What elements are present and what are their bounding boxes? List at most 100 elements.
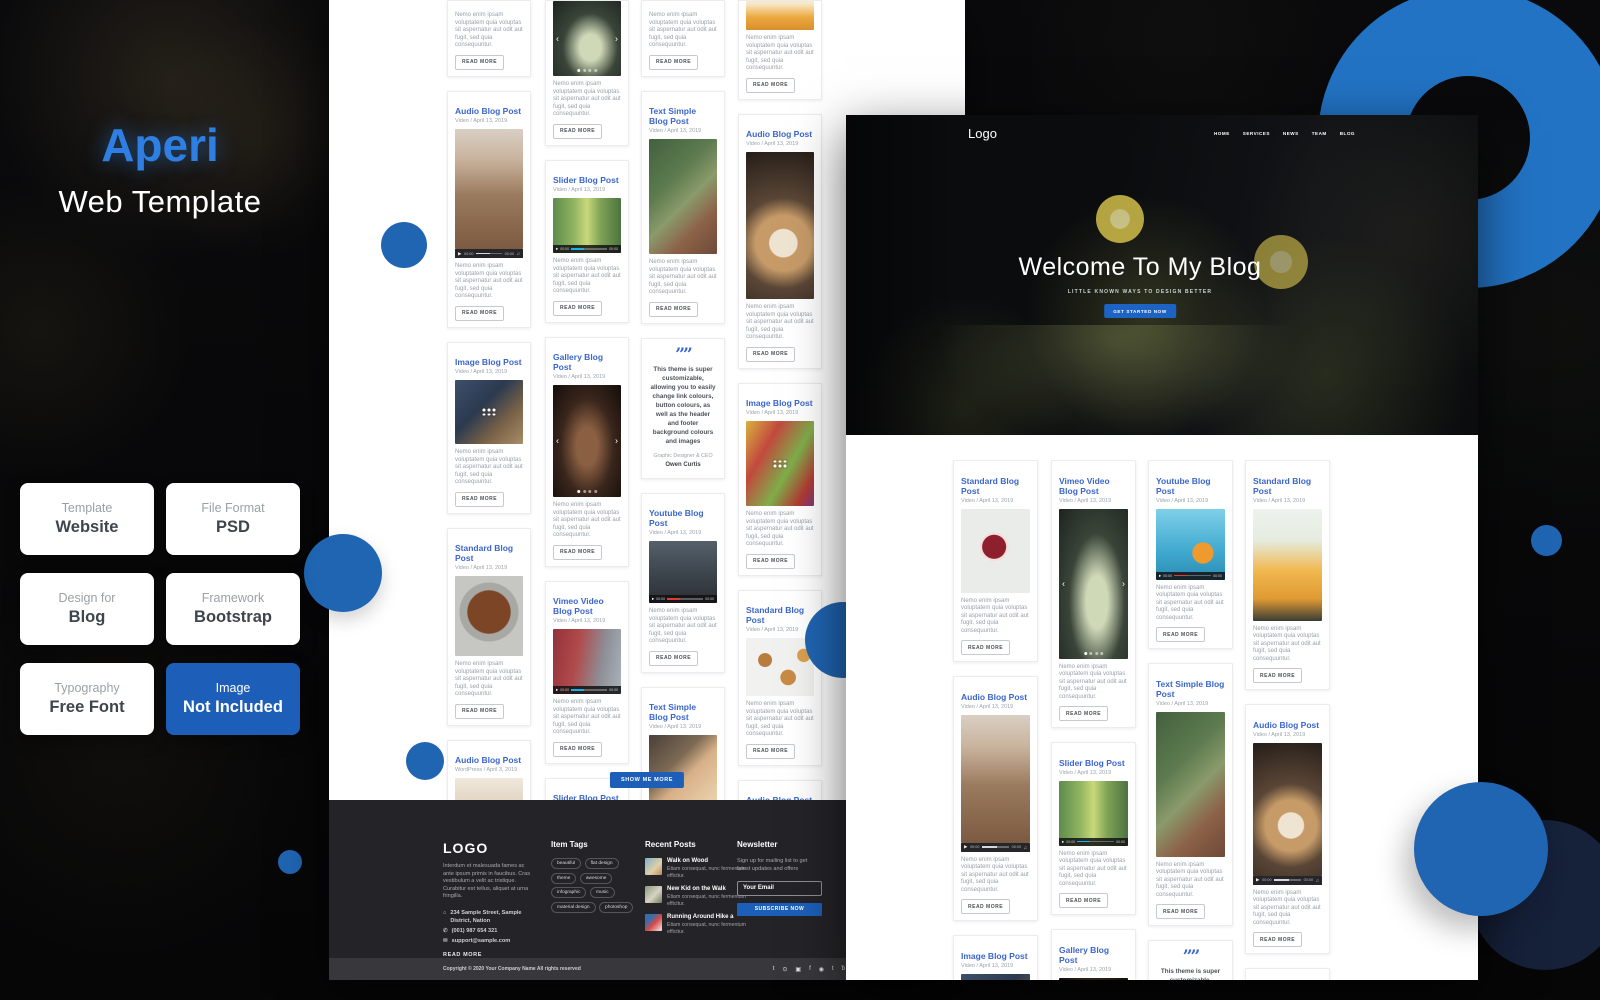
nav-item-news[interactable]: NEWS — [1283, 131, 1299, 136]
audio-player-bar[interactable]: ▶00:0000:00♫ — [961, 843, 1030, 852]
footer-tag[interactable]: infographic — [551, 887, 586, 898]
instagram-icon[interactable]: ▣ — [795, 966, 801, 973]
carousel-dots[interactable] — [577, 69, 597, 72]
read-more-button[interactable]: READ MORE — [455, 492, 504, 507]
play-icon[interactable]: ▸ — [652, 596, 654, 602]
post-title-link[interactable]: Text Simple Blog Post — [1156, 679, 1225, 699]
post-title-link[interactable]: Vimeo Video Blog Post — [1059, 476, 1128, 496]
carousel-dot[interactable] — [1089, 652, 1092, 655]
carousel-next-icon[interactable]: › — [615, 34, 618, 43]
post-title-link[interactable]: Standard Blog Post — [961, 476, 1030, 496]
volume-icon[interactable]: ♫ — [517, 251, 520, 256]
audio-player-bar[interactable]: ▶00:0000:00♫ — [1253, 876, 1322, 885]
carousel-dot[interactable] — [1100, 652, 1103, 655]
carousel-dots[interactable] — [577, 490, 597, 493]
carousel-prev-icon[interactable]: ‹ — [556, 34, 559, 43]
carousel-next-icon[interactable]: › — [1122, 579, 1125, 588]
play-icon[interactable]: ▸ — [556, 246, 558, 252]
read-more-button[interactable]: READ MORE — [961, 899, 1010, 914]
post-title-link[interactable]: Standard Blog Post — [746, 605, 814, 625]
play-icon[interactable]: ▶ — [964, 844, 967, 850]
footer-tag[interactable]: music — [590, 887, 615, 898]
read-more-button[interactable]: READ MORE — [455, 704, 504, 719]
recent-post-item[interactable]: Running Around Hike aEtiam consequat, nu… — [645, 914, 753, 935]
carousel-dot on[interactable] — [1084, 652, 1087, 655]
play-icon[interactable]: ▸ — [556, 687, 558, 693]
post-title-link[interactable]: Vimeo Video Blog Post — [553, 596, 621, 616]
post-title-link[interactable]: Slider Blog Post — [1059, 758, 1128, 768]
video-player-bar[interactable]: ▸00:0000:00 — [1156, 572, 1225, 580]
read-more-button[interactable]: READ MORE — [1156, 904, 1205, 919]
footer-tag[interactable]: flat design — [585, 858, 619, 869]
read-more-button[interactable]: READ MORE — [649, 302, 698, 317]
site-logo[interactable]: Logo — [968, 126, 997, 141]
post-title-link[interactable]: Image Blog Post — [746, 398, 814, 408]
email-input[interactable]: Your Email — [737, 881, 822, 896]
carousel-prev-icon[interactable]: ‹ — [556, 437, 559, 446]
footer-tag[interactable]: photoshop — [599, 902, 633, 913]
read-more-button[interactable]: READ MORE — [746, 744, 795, 759]
post-title-link[interactable]: Text Simple Blog Post — [649, 702, 717, 722]
carousel-prev-icon[interactable]: ‹ — [1062, 579, 1065, 588]
read-more-button[interactable]: READ MORE — [553, 545, 602, 560]
show-me-more-button[interactable]: SHOW ME MORE — [610, 772, 684, 788]
nav-item-team[interactable]: TEAM — [1312, 131, 1327, 136]
footer-tag[interactable]: beautiful — [551, 858, 581, 869]
volume-icon[interactable]: ♫ — [1316, 878, 1319, 883]
carousel-next-icon[interactable]: › — [615, 437, 618, 446]
post-title-link[interactable]: Standard Blog Post — [455, 543, 523, 563]
post-title-link[interactable]: Audio Blog Post — [1253, 720, 1322, 730]
read-more-button[interactable]: READ MORE — [746, 554, 795, 569]
carousel-dots[interactable] — [1084, 652, 1104, 655]
footer-tag[interactable]: theme — [551, 873, 576, 884]
post-title-link[interactable]: Gallery Blog Post — [1059, 945, 1128, 965]
read-more-button[interactable]: READ MORE — [553, 742, 602, 757]
read-more-button[interactable]: READ MORE — [1059, 706, 1108, 721]
read-more-button[interactable]: READ MORE — [649, 55, 698, 70]
read-more-button[interactable]: READ MORE — [961, 640, 1010, 655]
carousel-dot[interactable] — [588, 69, 591, 72]
post-title-link[interactable]: Slider Blog Post — [553, 793, 621, 800]
video-player-bar[interactable]: ▸00:0000:00 — [649, 595, 717, 603]
video-progress[interactable] — [667, 598, 703, 600]
nav-item-services[interactable]: SERVICES — [1243, 131, 1270, 136]
carousel-dot[interactable] — [588, 490, 591, 493]
carousel-dot[interactable] — [1095, 652, 1098, 655]
post-title-link[interactable]: Gallery Blog Post — [553, 352, 621, 372]
behance-icon[interactable]: ƀ — [842, 966, 845, 973]
post-title-link[interactable]: Slider Blog Post — [553, 175, 621, 185]
read-more-button[interactable]: READ MORE — [455, 306, 504, 321]
subscribe-button[interactable]: SUBSCRIBE NOW — [737, 903, 822, 916]
video-progress[interactable] — [1077, 841, 1114, 843]
video-player-bar[interactable]: ▸00:0000:00 — [1059, 838, 1128, 846]
read-more-button[interactable]: READ MORE — [553, 301, 602, 316]
post-title-link[interactable]: Image Blog Post — [961, 951, 1030, 961]
carousel-dot on[interactable] — [577, 490, 580, 493]
twitter-icon[interactable]: t — [773, 966, 775, 973]
audio-progress[interactable] — [476, 253, 502, 255]
audio-player-bar[interactable]: ▶00:0000:00♫ — [455, 249, 523, 258]
post-title-link[interactable]: Text Simple Blog Post — [649, 106, 717, 126]
read-more-button[interactable]: READ MORE — [1253, 668, 1302, 683]
pinterest-icon[interactable]: ⊙ — [782, 966, 787, 973]
post-title-link[interactable]: Audio Blog Post — [455, 106, 523, 116]
tumblr-icon[interactable]: t — [832, 966, 834, 973]
read-more-button[interactable]: READ MORE — [455, 55, 504, 70]
post-title-link[interactable]: Standard Blog Post — [1253, 476, 1322, 496]
facebook-icon[interactable]: f — [809, 966, 811, 973]
get-started-button[interactable]: GET STARTED NOW — [1104, 304, 1176, 318]
read-more-button[interactable]: READ MORE — [746, 78, 795, 93]
read-more-button[interactable]: READ MORE — [1253, 932, 1302, 947]
nav-item-home[interactable]: HOME — [1214, 131, 1230, 136]
footer-tag[interactable]: material design — [551, 902, 596, 913]
video-progress[interactable] — [571, 689, 607, 691]
play-icon[interactable]: ▶ — [1256, 877, 1259, 883]
video-player-bar[interactable]: ▸00:0000:00 — [553, 686, 621, 694]
post-title-link[interactable]: Youtube Blog Post — [649, 508, 717, 528]
carousel-dot[interactable] — [594, 69, 597, 72]
play-icon[interactable]: ▸ — [1159, 573, 1161, 579]
play-icon[interactable]: ▶ — [458, 251, 461, 257]
footer-read-more-link[interactable]: READ MORE — [443, 952, 535, 958]
nav-item-blog[interactable]: BLOG — [1340, 131, 1355, 136]
dribbble-icon[interactable]: ◉ — [819, 966, 824, 973]
